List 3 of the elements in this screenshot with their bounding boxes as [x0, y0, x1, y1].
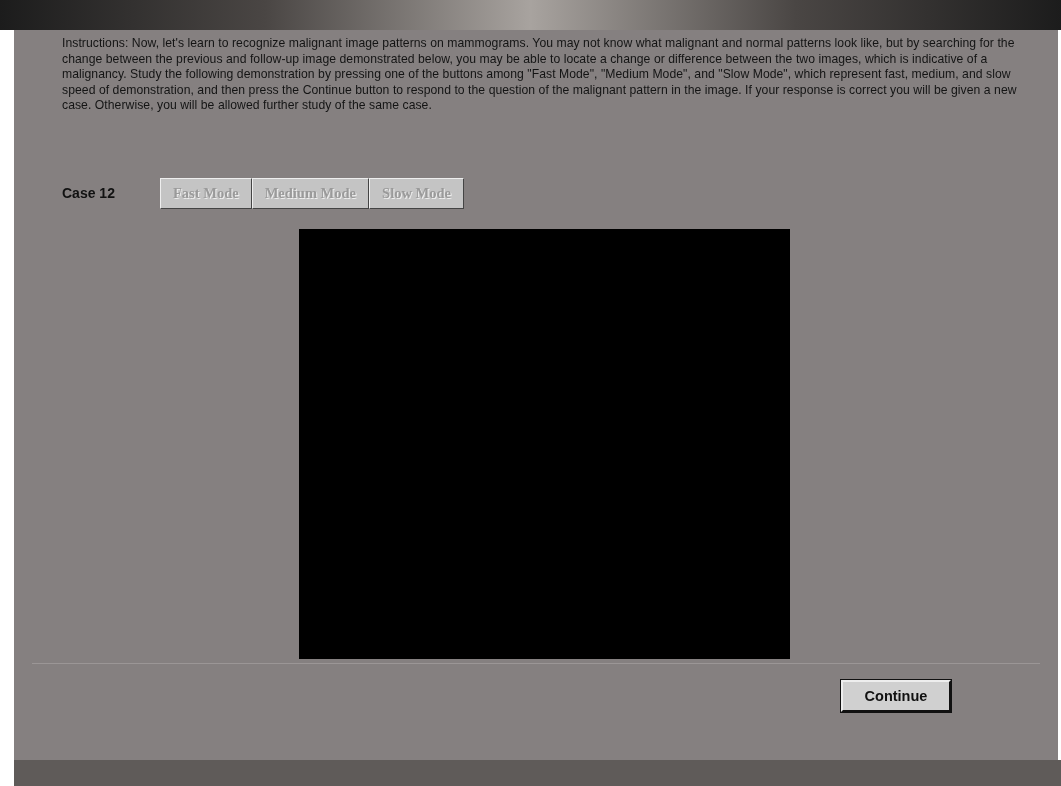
case-label: Case 12 [62, 185, 116, 202]
instructions-text: Instructions: Now, let's learn to recognize malignant image patterns on mammograms. You may not know what malignant and normal patterns look like, but by searching for the change between the previous and follow-up image demonstrated below, you may be able to locate a change or difference between the two images, which is indicative of a malignancy. Study the following demonstration by pressing one of the buttons among "Fast Mode", "Medium Mode", and "Slow Mode", which represent fast, medium, and slow speed of demonstration, and then press the Continue button to respond to the question of the malignant pattern in the image. If your response is correct you will be given a new case. Otherwise, you will be allowed further study of the same case. [62, 36, 1018, 114]
continue-button[interactable]: Continue [841, 679, 951, 712]
